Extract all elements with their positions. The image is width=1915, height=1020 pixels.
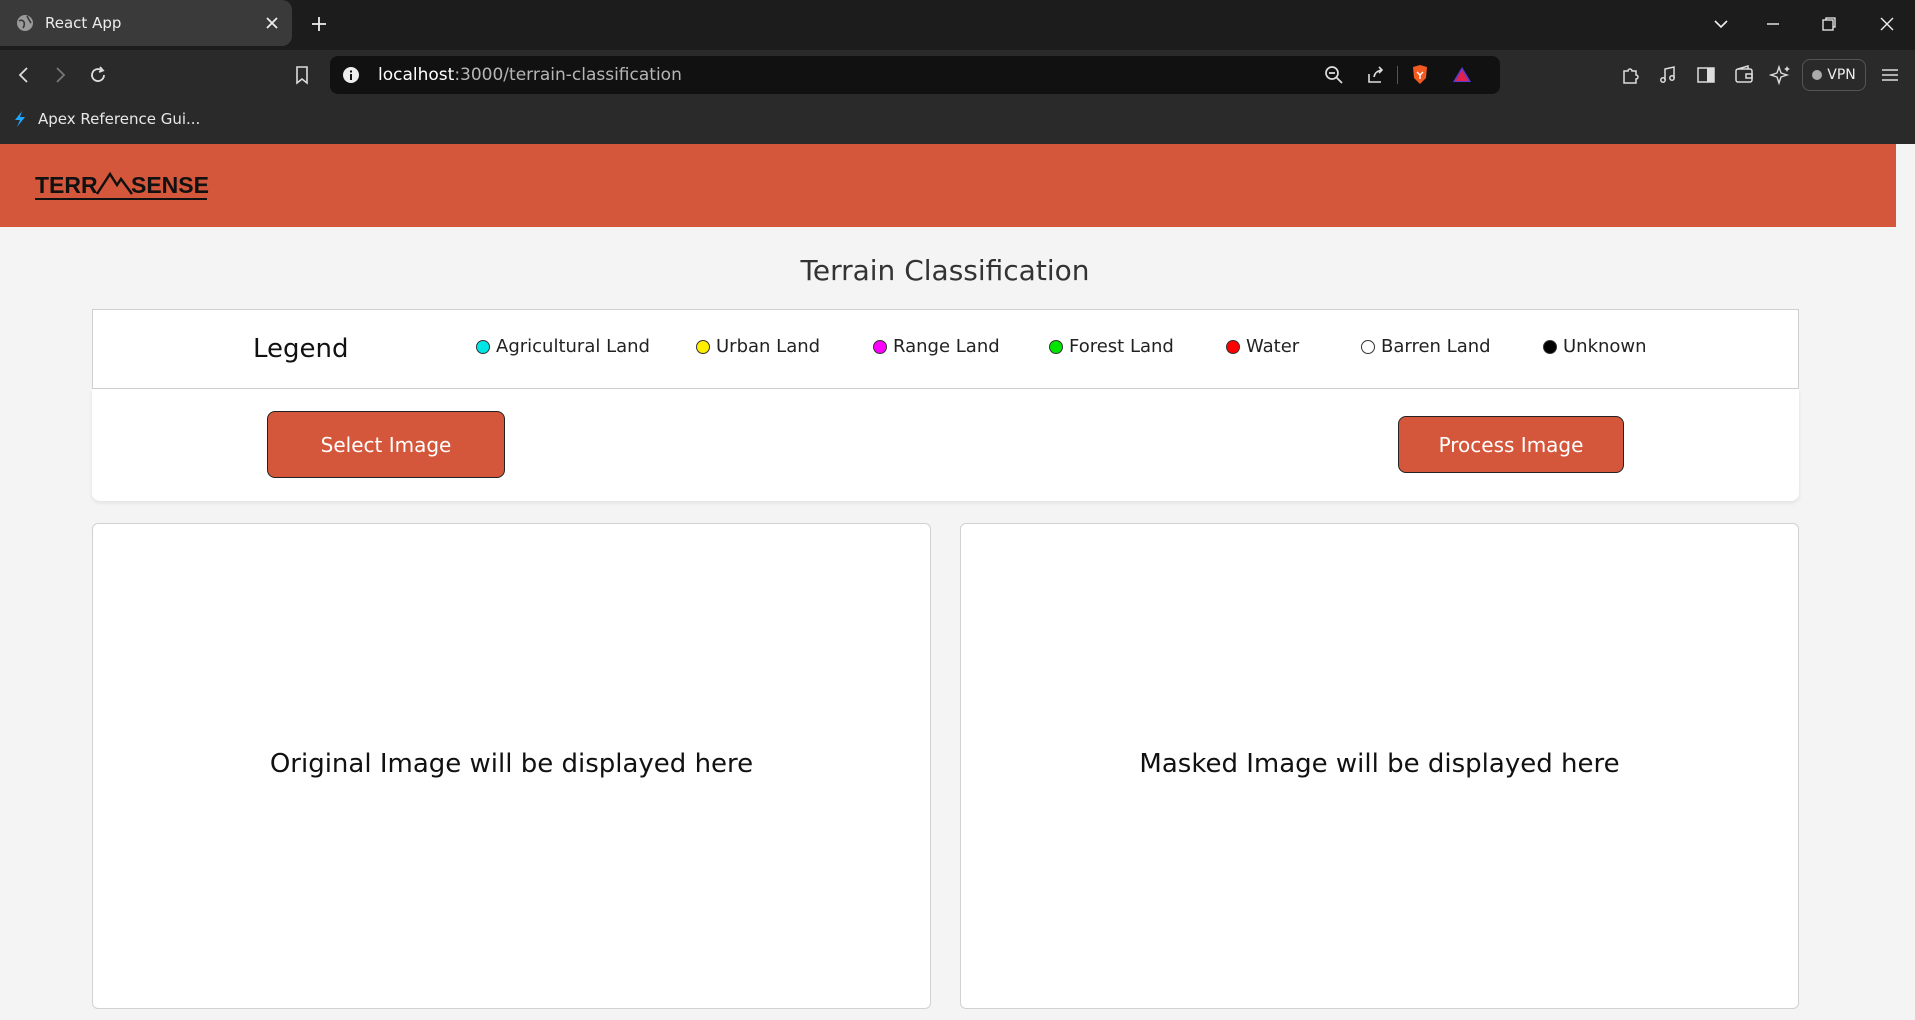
bookmark-icon[interactable]	[290, 63, 314, 87]
app-header: TERR SENSE	[0, 144, 1896, 227]
sidebar-icon[interactable]	[1694, 63, 1718, 87]
new-tab-icon[interactable]	[308, 13, 330, 35]
terrasense-logo[interactable]: TERR SENSE	[35, 166, 210, 204]
tab-list-icon[interactable]	[1710, 13, 1732, 35]
cyan-dot-icon	[476, 339, 490, 354]
url-text: localhost:3000/terrain-classification	[378, 65, 682, 85]
tab-title: React App	[45, 14, 122, 32]
browser-tab[interactable]: React App	[0, 0, 292, 46]
legend-item-unknown: Unknown	[1543, 336, 1647, 357]
back-icon[interactable]	[12, 63, 36, 87]
svg-text:SENSE: SENSE	[131, 172, 209, 198]
tab-strip: React App	[0, 0, 1915, 50]
site-info-icon[interactable]	[342, 66, 360, 84]
brave-rewards-icon[interactable]	[1450, 63, 1474, 87]
wallet-icon[interactable]	[1732, 63, 1756, 87]
green-dot-icon	[1049, 339, 1063, 354]
svg-text:TERR: TERR	[35, 172, 98, 198]
reload-icon[interactable]	[86, 63, 110, 87]
yellow-dot-icon	[696, 339, 710, 354]
original-image-placeholder: Original Image will be displayed here	[269, 749, 754, 779]
menu-icon[interactable]	[1878, 63, 1902, 87]
leo-ai-icon[interactable]	[1769, 63, 1793, 87]
close-window-icon[interactable]	[1876, 13, 1898, 35]
masked-image-placeholder: Masked Image will be displayed here	[1139, 749, 1620, 779]
legend-item-range: Range Land	[873, 336, 1000, 357]
legend-item-water: Water	[1226, 336, 1299, 357]
forward-icon[interactable]	[48, 63, 72, 87]
bookmarks-bar: Apex Reference Gui...	[0, 100, 1915, 144]
legend-item-forest: Forest Land	[1049, 336, 1174, 357]
address-bar[interactable]: localhost:3000/terrain-classification	[330, 56, 1500, 94]
bookmark-apex[interactable]: Apex Reference Gui...	[12, 110, 200, 128]
page-title: Terrain Classification	[800, 254, 1090, 287]
vpn-button[interactable]: VPN	[1802, 59, 1866, 91]
media-icon[interactable]	[1656, 63, 1680, 87]
globe-icon	[17, 15, 33, 31]
original-image-panel: Original Image will be displayed here	[92, 523, 931, 1009]
minimize-icon[interactable]	[1762, 13, 1784, 35]
page-viewport: TERR SENSE Terrain Classification Legend…	[0, 144, 1896, 1020]
actions-panel: Select Image Process Image	[92, 389, 1799, 501]
close-tab-icon[interactable]	[262, 13, 282, 33]
brave-shields-icon[interactable]	[1408, 63, 1432, 87]
legend-item-barren: Barren Land	[1361, 336, 1491, 357]
bolt-icon	[15, 111, 25, 127]
vpn-label: VPN	[1827, 67, 1856, 83]
vpn-status-icon	[1812, 70, 1823, 80]
zoom-icon[interactable]	[1322, 63, 1346, 87]
share-icon[interactable]	[1364, 63, 1388, 87]
browser-toolbar: localhost:3000/terrain-classification VP…	[0, 50, 1915, 100]
process-image-button[interactable]: Process Image	[1398, 416, 1624, 473]
select-image-button[interactable]: Select Image	[267, 411, 505, 478]
white-dot-icon	[1361, 339, 1375, 354]
legend-item-agricultural: Agricultural Land	[476, 336, 650, 357]
legend-panel: Legend Agricultural Land Urban Land Rang…	[92, 309, 1799, 389]
legend-title: Legend	[253, 334, 349, 364]
legend-item-urban: Urban Land	[696, 336, 820, 357]
magenta-dot-icon	[873, 339, 887, 354]
masked-image-panel: Masked Image will be displayed here	[960, 523, 1799, 1009]
black-dot-icon	[1543, 339, 1557, 354]
extensions-icon[interactable]	[1618, 63, 1642, 87]
divider	[1397, 66, 1398, 84]
red-dot-icon	[1226, 339, 1240, 354]
restore-icon[interactable]	[1818, 13, 1840, 35]
bookmark-label: Apex Reference Gui...	[38, 110, 201, 128]
